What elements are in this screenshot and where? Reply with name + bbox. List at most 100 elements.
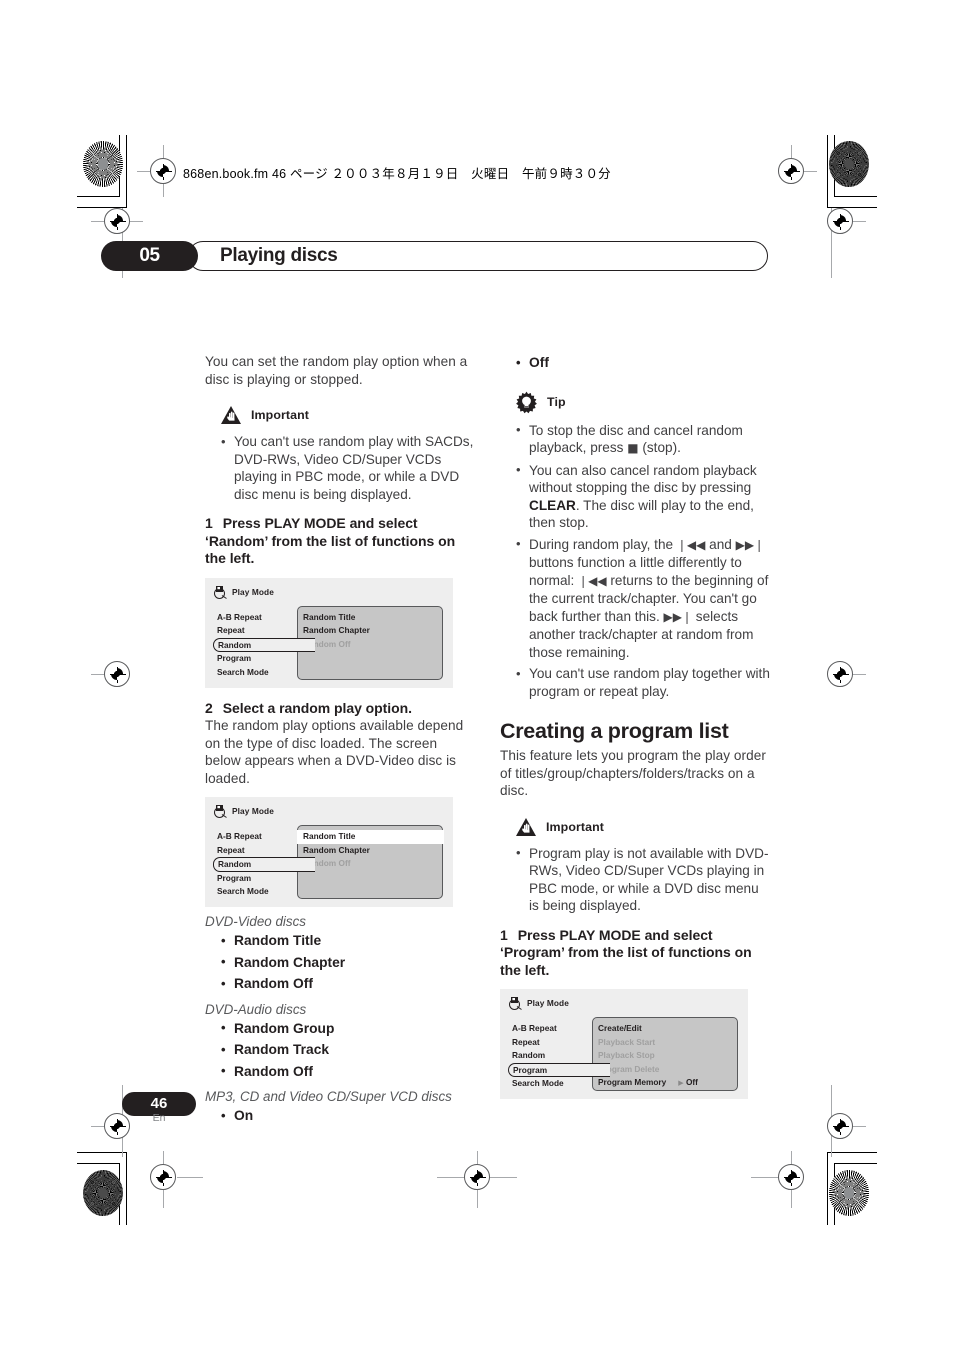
previous-track-icon: ❘◀◀ <box>578 573 607 588</box>
registration-arm-fr-h <box>751 1177 778 1178</box>
list-item: Random Title <box>219 931 475 952</box>
tip-notice: Tip <box>515 391 770 414</box>
crop-mark-tr-h2 <box>834 196 877 197</box>
chevron-right-icon: ▶ <box>678 1079 684 1087</box>
disc-type-heading-dvd-video: DVD-Video discs <box>205 914 306 929</box>
registration-arm-fr-v2 <box>791 1190 792 1208</box>
left-column: You can set the random play option when … <box>205 353 475 1128</box>
osd-menu-item-random[interactable]: Random <box>508 1049 594 1063</box>
osd-menu-item-ab-repeat[interactable]: A-B Repeat <box>213 611 299 625</box>
list-item: You can't use random play with SACDs, DV… <box>219 433 475 503</box>
density-patch-top-right <box>829 141 869 187</box>
density-patch-bottom-right <box>829 1170 869 1216</box>
step-text: Press PLAY MODE and select ‘Random’ from… <box>205 515 456 566</box>
previous-track-icon: ❘◀◀ <box>676 537 706 552</box>
osd-option-panel: Random Title Random Chapter Random Off <box>297 825 444 899</box>
osd-menu-item-repeat[interactable]: Repeat <box>213 844 299 858</box>
registration-arm-fc-h <box>437 1177 464 1178</box>
registration-arm-ll-h <box>91 674 104 675</box>
registration-mark-mid-left <box>104 208 130 234</box>
step-number: 1 <box>205 515 213 531</box>
osd-option-item-selected[interactable]: Random Title <box>297 830 444 844</box>
play-mode-icon <box>508 996 523 1010</box>
osd-menu-item-repeat[interactable]: Repeat <box>508 1036 594 1050</box>
option-list-dvd-video: Random Title Random Chapter Random Off <box>205 931 475 995</box>
osd-option-item-program-delete: Program Delete <box>598 1063 660 1074</box>
step-2-body: The random play options available depend… <box>205 718 464 786</box>
play-mode-icon <box>213 804 228 818</box>
registration-mark-lower-left <box>104 661 130 687</box>
chapter-number-badge: 05 <box>101 241 198 271</box>
important-notice-random: Important <box>220 405 475 425</box>
osd-screenshot-random-title-selected: Play Mode Random Title Random Chapter Ra… <box>205 797 453 907</box>
osd-menu-item-program[interactable]: Program <box>213 652 299 666</box>
osd-menu-item-search-mode[interactable]: Search Mode <box>213 666 299 680</box>
list-item: Random Track <box>219 1040 475 1061</box>
osd-option-panel: Random Title Random Chapter Random Off <box>297 605 443 680</box>
registration-mark-foot-right <box>778 1164 804 1190</box>
random-intro-text: You can set the random play option when … <box>205 354 468 387</box>
osd-option-value-text: Off <box>685 1077 698 1087</box>
osd-menu-item-ab-repeat[interactable]: A-B Repeat <box>213 830 299 844</box>
registration-mark-lower-right <box>827 661 853 687</box>
step-number: 1 <box>500 926 508 943</box>
important-icon <box>220 405 242 425</box>
osd-title: Play Mode <box>232 806 274 816</box>
osd-menu-item-program[interactable]: Program <box>508 1062 610 1077</box>
osd-option-item[interactable]: Random Chapter <box>298 844 442 858</box>
crop-mark-bl-h <box>77 1152 127 1153</box>
step-1-program: 1 Press PLAY MODE and select ‘Program’ fr… <box>500 927 770 980</box>
source-file-header: 868en.book.fm 46 ページ ２００３年８月１９日 火曜日 午前９時… <box>183 167 611 181</box>
registration-arm-fl-v2 <box>163 1190 164 1208</box>
tip-icon <box>515 391 538 414</box>
osd-option-item-create-edit[interactable]: Create/Edit <box>593 1022 737 1036</box>
crop-mark-br-h <box>827 1152 877 1153</box>
registration-mark-foot-center <box>464 1164 490 1190</box>
osd-option-item[interactable]: Random Chapter <box>298 624 442 638</box>
osd-header: Play Mode <box>213 804 274 818</box>
osd-option-item-playback-stop: Playback Stop <box>598 1050 655 1060</box>
registration-arm-fc-v <box>477 1151 478 1164</box>
important-notice-program: Important <box>515 817 770 837</box>
registration-mark-bottom-right <box>827 1113 853 1139</box>
important-icon <box>515 817 537 837</box>
important-bullet-list-program: Program play is not available with DVD-R… <box>500 844 770 915</box>
osd-menu-item-program[interactable]: Program <box>213 872 299 886</box>
registration-arm-mr-h <box>853 221 866 222</box>
osd-menu-item-search-mode[interactable]: Search Mode <box>213 885 299 899</box>
list-item: To stop the disc and cancel random playb… <box>514 421 770 458</box>
crop-mark-br-v <box>827 1152 828 1225</box>
registration-arm-ml-h2 <box>130 221 143 222</box>
option-list-dvd-audio: Random Group Random Track Random Off <box>205 1018 475 1083</box>
crop-mark-tr-v <box>827 135 828 208</box>
osd-option-item: Random Off <box>303 638 351 649</box>
registration-arm-fc-h2 <box>490 1177 517 1178</box>
registration-arm-ml-h <box>91 221 104 222</box>
osd-option-item-program-memory[interactable]: Program Memory ▶ Off <box>593 1076 737 1091</box>
osd-option-label: Program Memory <box>598 1077 667 1087</box>
osd-function-menu: A-B Repeat Repeat Random Program Search … <box>508 1022 610 1091</box>
important-label: Important <box>546 819 605 834</box>
osd-menu-item-ab-repeat[interactable]: A-B Repeat <box>508 1022 594 1036</box>
page-title: Playing discs <box>220 245 338 266</box>
list-item: You can't use random play together with … <box>514 665 770 700</box>
osd-menu-item-random[interactable]: Random <box>213 857 315 872</box>
tip-label: Tip <box>547 395 566 409</box>
osd-menu-item-search-mode[interactable]: Search Mode <box>508 1077 594 1091</box>
osd-option-item[interactable]: Random Title <box>298 611 442 625</box>
osd-menu-item-repeat[interactable]: Repeat <box>213 624 299 638</box>
next-track-icon: ▶▶❘ <box>735 537 765 552</box>
disc-type-heading-dvd-audio: DVD-Audio discs <box>205 1001 307 1017</box>
density-patch-top-left <box>83 141 123 187</box>
osd-header: Play Mode <box>508 996 569 1010</box>
osd-menu-item-random[interactable]: Random <box>213 637 315 652</box>
osd-header: Play Mode <box>213 585 274 599</box>
step-number: 2 <box>205 699 213 716</box>
crop-mark-bl-v <box>126 1152 127 1225</box>
registration-mark-top-right <box>778 158 804 184</box>
list-item: Program play is not available with DVD-R… <box>514 844 770 915</box>
stop-icon: ■ <box>627 441 639 455</box>
list-item: Random Group <box>219 1018 475 1040</box>
registration-arm-br-h <box>853 1126 866 1127</box>
important-bullet-list-random: You can't use random play with SACDs, DV… <box>205 433 475 503</box>
